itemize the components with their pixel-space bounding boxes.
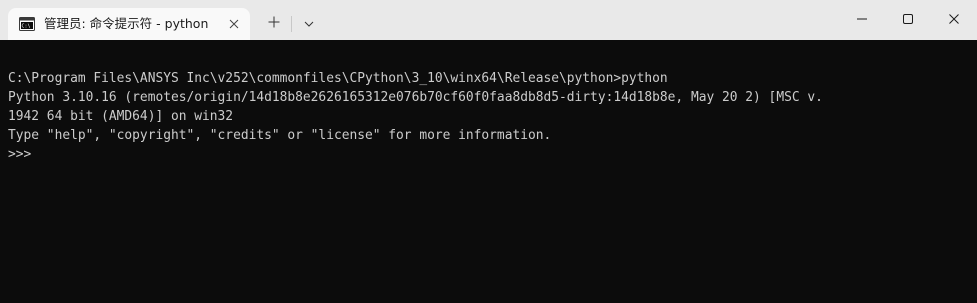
tab-close-icon[interactable] (226, 16, 242, 32)
close-button[interactable] (931, 0, 977, 40)
plus-icon (268, 15, 280, 33)
chevron-down-icon (304, 15, 314, 33)
svg-text:C:\: C:\ (22, 24, 31, 30)
title-bar: C:\ 管理员: 命令提示符 - python (0, 0, 977, 40)
terminal-line: 1942 64 bit (AMD64)] on win32 (8, 109, 234, 124)
maximize-button[interactable] (885, 0, 931, 40)
terminal-window: C:\ 管理员: 命令提示符 - python C:\Program Files… (0, 0, 977, 303)
terminal-line: Python 3.10.16 (remotes/origin/14d18b8e2… (8, 90, 823, 105)
terminal-output[interactable]: C:\Program Files\ANSYS Inc\v252\commonfi… (0, 40, 977, 303)
terminal-line: Type "help", "copyright", "credits" or "… (8, 128, 552, 143)
close-icon (949, 11, 959, 29)
tab-title: 管理员: 命令提示符 - python (44, 16, 209, 31)
new-tab-button[interactable] (261, 12, 287, 36)
tab-dropdown-button[interactable] (296, 12, 322, 36)
terminal-prompt[interactable]: >>> (8, 145, 977, 164)
tab-separator (291, 16, 292, 32)
terminal-line: C:\Program Files\ANSYS Inc\v252\commonfi… (8, 71, 668, 86)
maximize-icon (903, 11, 913, 29)
minimize-icon (857, 11, 867, 29)
cmd-icon: C:\ (19, 16, 35, 32)
tab-active[interactable]: C:\ 管理员: 命令提示符 - python (8, 8, 250, 40)
minimize-button[interactable] (839, 0, 885, 40)
